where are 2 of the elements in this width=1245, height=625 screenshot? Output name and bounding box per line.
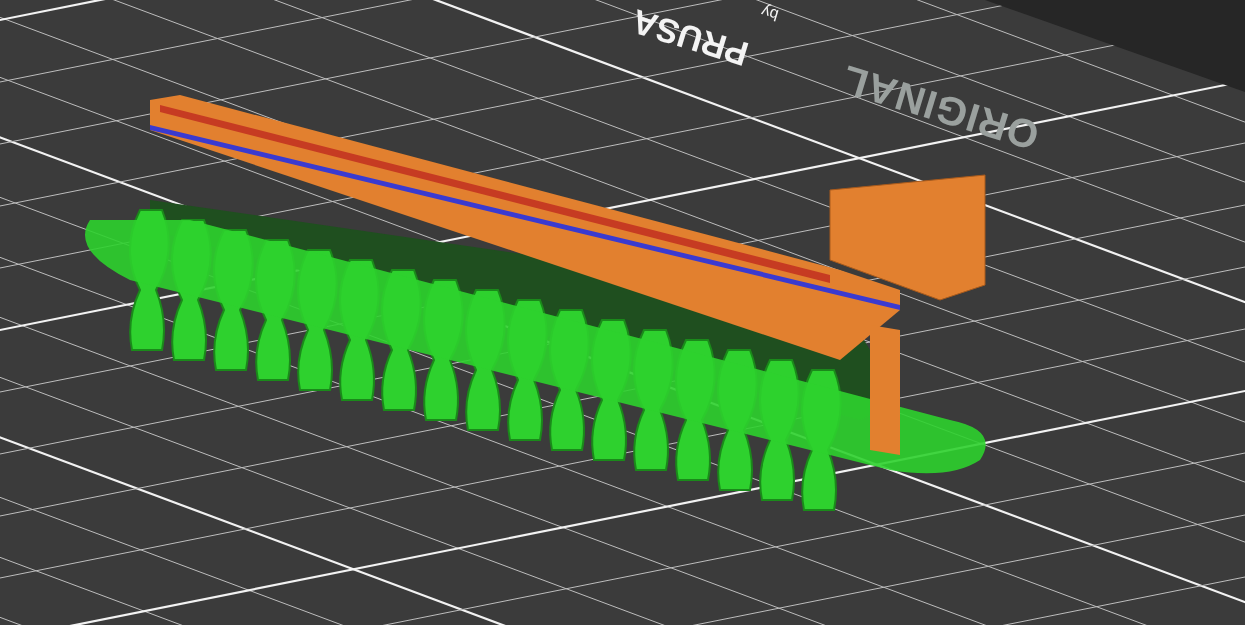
bed-logo-text: by [759,2,781,24]
bed-logo-text: PRUSA [628,4,752,72]
